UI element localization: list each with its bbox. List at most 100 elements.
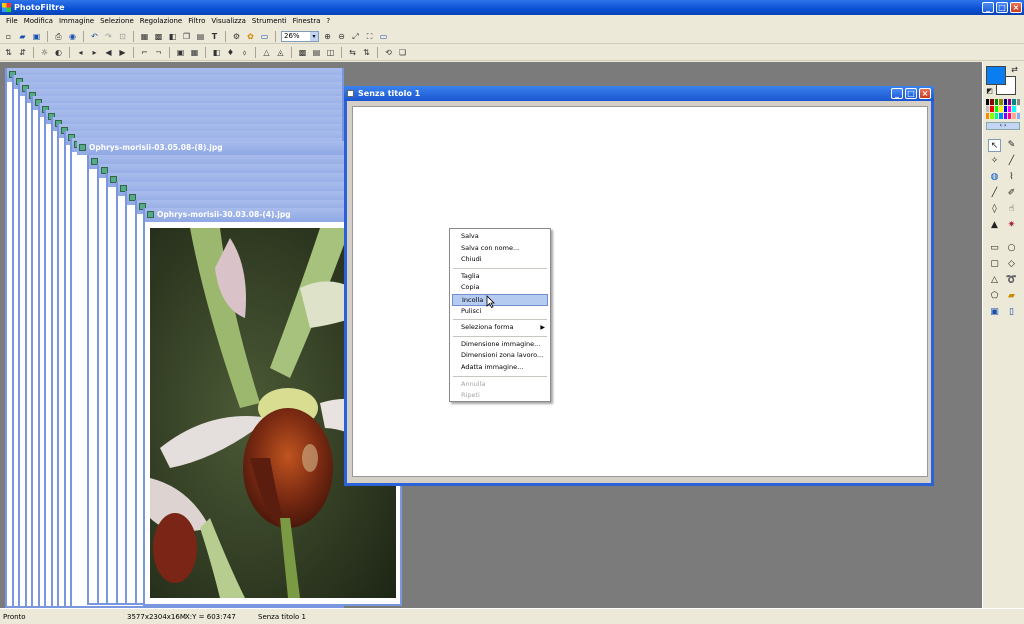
adjust-icon[interactable]: ◧ xyxy=(167,31,178,42)
water-drop-icon[interactable]: ⬨ xyxy=(239,47,250,58)
diamond-icon[interactable]: ◇ xyxy=(1005,258,1018,271)
mask-icon[interactable]: ◫ xyxy=(325,47,336,58)
menu-item-seleziona-forma[interactable]: Seleziona forma ▶ xyxy=(452,322,548,334)
fill-icon[interactable]: ◍ xyxy=(988,171,1001,184)
swap-colors-icon[interactable]: ⇄ xyxy=(1009,63,1020,76)
auto-level-icon[interactable]: ⇅ xyxy=(3,47,14,58)
magic-wand-icon[interactable]: ✧ xyxy=(988,155,1001,168)
brightness-icon[interactable]: ☼ xyxy=(39,47,50,58)
menu-item-chiudi[interactable]: Chiudi xyxy=(452,254,548,266)
menu-item-dimensioni-zona-lavoro[interactable]: Dimensioni zona lavoro... xyxy=(452,350,548,362)
minimize-button[interactable]: _ xyxy=(982,2,994,13)
polygon-icon[interactable]: ⬠ xyxy=(988,290,1001,303)
document-canvas[interactable] xyxy=(352,106,928,477)
scan-icon[interactable]: ◉ xyxy=(67,31,78,42)
emboss-icon[interactable]: ▣ xyxy=(175,47,186,58)
crop-icon[interactable]: ⊡ xyxy=(117,31,128,42)
gallery-icon[interactable]: ▭ xyxy=(259,31,270,42)
close-button[interactable]: × xyxy=(1010,2,1022,13)
grayscale-icon[interactable]: ▦ xyxy=(139,31,150,42)
fullscreen-icon[interactable]: ⛶ xyxy=(364,31,375,42)
sharpen-icon[interactable]: ¬ xyxy=(153,47,164,58)
fit-icon[interactable]: ⤢ xyxy=(350,31,361,42)
document-window[interactable]: Senza titolo 1 _ □ × xyxy=(344,86,934,486)
photo-window-back-titlebar[interactable]: Ophrys-morisii-03.05.08-(8).jpg xyxy=(77,141,344,155)
pen-icon[interactable]: ✐ xyxy=(1005,187,1018,200)
plugin-icon[interactable]: ⚙ xyxy=(231,31,242,42)
smudge-icon[interactable]: ☝ xyxy=(1005,203,1018,216)
gamma-plus-icon[interactable]: ▶ xyxy=(117,47,128,58)
text-icon[interactable]: T xyxy=(209,31,220,42)
menu-item-salva[interactable]: Salva xyxy=(452,231,548,243)
menu-finestra[interactable]: Finestra xyxy=(290,15,324,28)
triangle-icon[interactable]: △ xyxy=(988,274,1001,287)
saturation-plus-icon[interactable]: ▸ xyxy=(89,47,100,58)
doc-maximize-button[interactable]: □ xyxy=(905,88,917,99)
lasso-icon[interactable]: ➰ xyxy=(1005,274,1018,287)
select-icon[interactable]: ↖ xyxy=(988,139,1001,152)
duplicate-icon[interactable]: ❏ xyxy=(397,47,408,58)
reset-colors-icon[interactable]: ◩ xyxy=(985,85,994,98)
menu-help[interactable]: ? xyxy=(323,15,333,28)
menu-strumenti[interactable]: Strumenti xyxy=(249,15,290,28)
print-icon[interactable]: ⎙ xyxy=(53,31,64,42)
menu-visualizza[interactable]: Visualizza xyxy=(208,15,248,28)
menu-file[interactable]: File xyxy=(3,15,21,28)
menu-item-adatta-immagine[interactable]: Adatta immagine... xyxy=(452,362,548,374)
menu-modifica[interactable]: Modifica xyxy=(21,15,56,28)
menu-regolazione[interactable]: Regolazione xyxy=(137,15,185,28)
doc-minimize-button[interactable]: _ xyxy=(891,88,903,99)
menu-item-dimensione-immagine[interactable]: Dimensione immagine... xyxy=(452,339,548,351)
brush-icon[interactable]: ╱ xyxy=(988,187,1001,200)
menu-item-salva-con-nome[interactable]: Salva con nome... xyxy=(452,243,548,255)
stamp-icon[interactable]: ✿ xyxy=(245,31,256,42)
blur-drop-icon[interactable]: ♦ xyxy=(225,47,236,58)
rgb-icon[interactable]: ▩ xyxy=(153,31,164,42)
doc-close-button[interactable]: × xyxy=(919,88,931,99)
redo-icon[interactable]: ↷ xyxy=(103,31,114,42)
save-icon[interactable]: ▣ xyxy=(31,31,42,42)
color-picker-icon[interactable]: ▩ xyxy=(297,47,308,58)
ellipse-icon[interactable]: ○ xyxy=(1005,242,1018,255)
menu-filtro[interactable]: Filtro xyxy=(185,15,208,28)
copy-icon[interactable]: ❐ xyxy=(181,31,192,42)
texture-icon[interactable]: ▦ xyxy=(189,47,200,58)
document-titlebar[interactable]: Senza titolo 1 _ □ × xyxy=(344,86,934,101)
menu-item-taglia[interactable]: Taglia xyxy=(452,271,548,283)
contrast-icon[interactable]: ◐ xyxy=(53,47,64,58)
flip-v-icon[interactable]: ⇅ xyxy=(361,47,372,58)
maximize-button[interactable]: □ xyxy=(996,2,1008,13)
menu-item-incolla[interactable]: Incolla xyxy=(452,293,548,306)
menu-selezione[interactable]: Selezione xyxy=(97,15,137,28)
palette-scroll[interactable]: ‹ › xyxy=(986,122,1020,130)
undo-icon[interactable]: ↶ xyxy=(89,31,100,42)
new-icon[interactable]: ▫ xyxy=(3,31,14,42)
rectangle-icon[interactable]: ▭ xyxy=(988,242,1001,255)
triangle-shape-icon[interactable]: △ xyxy=(261,47,272,58)
chevron-down-icon[interactable]: ▾ xyxy=(310,31,318,41)
auto-contrast-icon[interactable]: ⇵ xyxy=(17,47,28,58)
zoom-select[interactable]: 26% ▾ xyxy=(281,30,319,42)
menu-item-pulisci[interactable]: Pulisci xyxy=(452,306,548,318)
screen-icon[interactable]: ▭ xyxy=(378,31,389,42)
line-icon[interactable]: ╱ xyxy=(1005,155,1018,168)
shape-fill-icon[interactable]: ▣ xyxy=(988,306,1001,319)
palette-icon[interactable]: ▤ xyxy=(311,47,322,58)
spray-icon[interactable]: ⌇ xyxy=(1005,171,1018,184)
soften-icon[interactable]: ⌐ xyxy=(139,47,150,58)
gamma-minus-icon[interactable]: ◀ xyxy=(103,47,114,58)
shape-outline-icon[interactable]: ▯ xyxy=(1005,306,1018,319)
saturation-minus-icon[interactable]: ◂ xyxy=(75,47,86,58)
flip-h-icon[interactable]: ⇆ xyxy=(347,47,358,58)
cone-icon[interactable]: ◬ xyxy=(275,47,286,58)
clone-icon[interactable]: ▲ xyxy=(988,219,1001,232)
zoom-out-icon[interactable]: ⊖ xyxy=(336,31,347,42)
rotate-icon[interactable]: ⟲ xyxy=(383,47,394,58)
color-palette[interactable] xyxy=(986,99,1020,119)
gradient-icon[interactable]: ◧ xyxy=(211,47,222,58)
rounded-rect-icon[interactable]: ▢ xyxy=(988,258,1001,271)
menu-item-copia[interactable]: Copia xyxy=(452,282,548,294)
menu-immagine[interactable]: Immagine xyxy=(56,15,97,28)
gear-icon[interactable]: ✷ xyxy=(1005,219,1018,232)
folder-icon[interactable]: ▰ xyxy=(1005,290,1018,303)
